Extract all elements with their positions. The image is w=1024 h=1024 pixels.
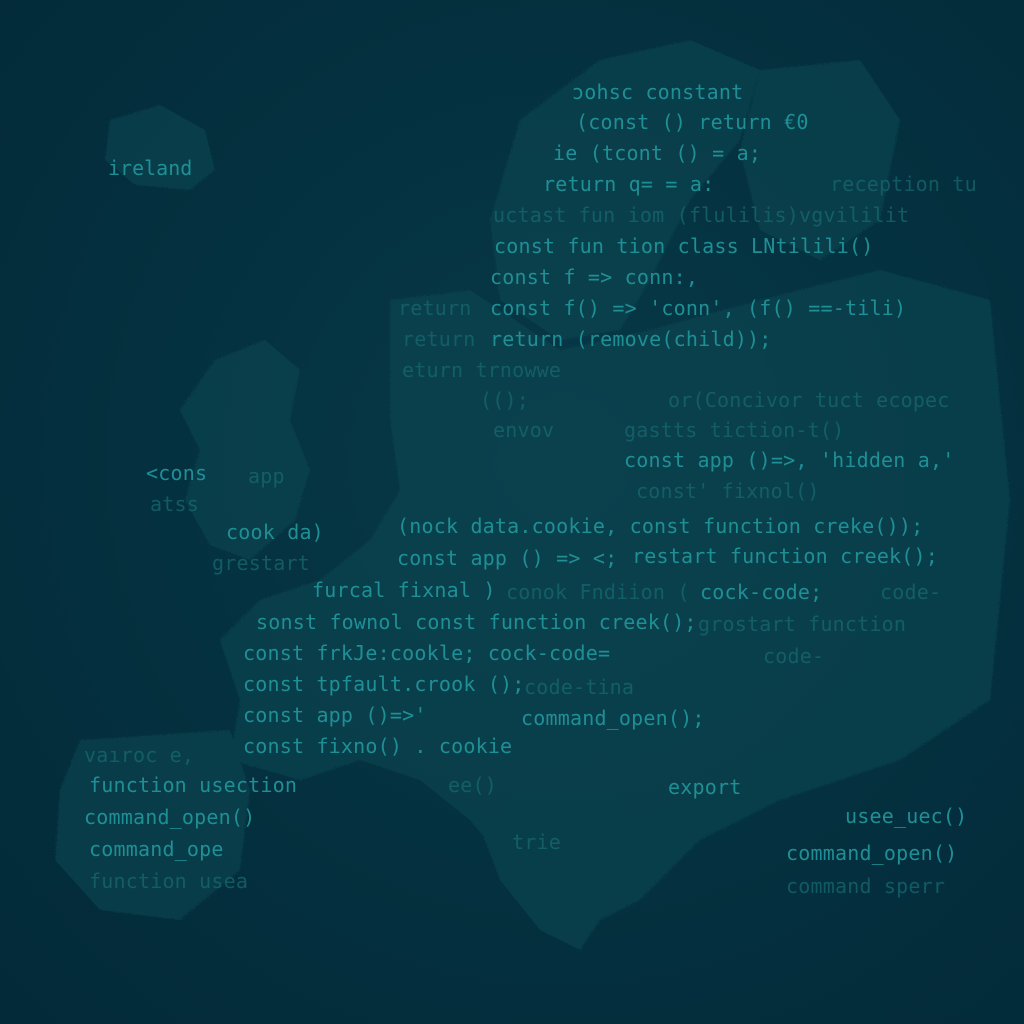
code-line: ɔohsc constant bbox=[572, 80, 744, 104]
code-line: atss bbox=[150, 492, 199, 516]
code-line: code- bbox=[880, 580, 942, 604]
code-line: ie (tcont () = a; bbox=[553, 141, 762, 165]
code-line: return bbox=[398, 296, 472, 320]
code-line: or(Concivor tuct ecopec bbox=[668, 388, 950, 412]
code-line: sonst fownol const function creek(); bbox=[256, 610, 697, 634]
code-line: const' fixnol() bbox=[636, 479, 820, 503]
code-line: envov bbox=[493, 418, 555, 442]
code-line: const fun tion class LNtilili() bbox=[494, 234, 874, 258]
code-line: restart function creek(); bbox=[632, 544, 939, 568]
code-line: usee_uec() bbox=[845, 804, 968, 828]
code-line: cock-code; bbox=[700, 580, 823, 604]
code-line: furcal fixnal ) bbox=[312, 578, 496, 602]
code-line: const f() => 'conn', (f() ==-tili) bbox=[490, 296, 907, 320]
code-line: gastts tiction-t() bbox=[624, 418, 845, 442]
code-line: function usection bbox=[89, 773, 298, 797]
europe-code-map: ireland ɔohsc constant (const () return … bbox=[0, 0, 1024, 1024]
code-line: export bbox=[668, 775, 742, 799]
ireland-label: ireland bbox=[108, 156, 193, 180]
code-line: trie bbox=[512, 830, 561, 854]
code-line: cook da) bbox=[226, 520, 324, 544]
code-line: const fixno() . cookie bbox=[243, 734, 513, 758]
code-line: return bbox=[402, 327, 476, 351]
code-line: app bbox=[248, 464, 285, 488]
code-line: const frkJe:cookle; cock-code= bbox=[243, 641, 611, 665]
code-line: const f => conn:, bbox=[490, 265, 699, 289]
code-line: command_open() bbox=[84, 805, 256, 829]
code-overlay: ireland ɔohsc constant (const () return … bbox=[0, 0, 1024, 1024]
code-line: command_open(); bbox=[521, 706, 705, 730]
code-line: code- bbox=[763, 644, 825, 668]
code-line: command_ope bbox=[89, 837, 224, 861]
code-line: eturn trnowwe bbox=[402, 358, 562, 382]
code-line: uctast fun iom (flulilis)vgvililit bbox=[493, 203, 910, 227]
code-line: const app ()=>' bbox=[243, 703, 427, 727]
code-line: command_open() bbox=[786, 841, 958, 865]
code-line: return (remove(child)); bbox=[490, 327, 772, 351]
code-line: conok Fndiion ( bbox=[506, 580, 690, 604]
code-line: const app ()=>, 'hidden a,' bbox=[624, 448, 955, 472]
code-line: grostart function bbox=[698, 612, 907, 636]
code-line: ee() bbox=[448, 773, 497, 797]
code-line: (const () return €0 bbox=[576, 110, 809, 134]
code-line: vaıroc e, bbox=[84, 743, 195, 767]
code-line: grestart bbox=[212, 551, 310, 575]
code-line: command sperr bbox=[786, 874, 946, 898]
code-line: <cons bbox=[146, 461, 208, 485]
code-line: ((); bbox=[480, 388, 529, 412]
code-line: code-tina bbox=[524, 675, 635, 699]
code-line: function usea bbox=[89, 869, 249, 893]
code-line: const tpfault.crook (); bbox=[243, 672, 525, 696]
code-line: (nock data.cookie, const function creke(… bbox=[397, 514, 924, 538]
code-line: return q= = a: bbox=[543, 172, 715, 196]
code-line: const app () => <; bbox=[397, 546, 618, 570]
code-line: reception tu bbox=[830, 172, 977, 196]
